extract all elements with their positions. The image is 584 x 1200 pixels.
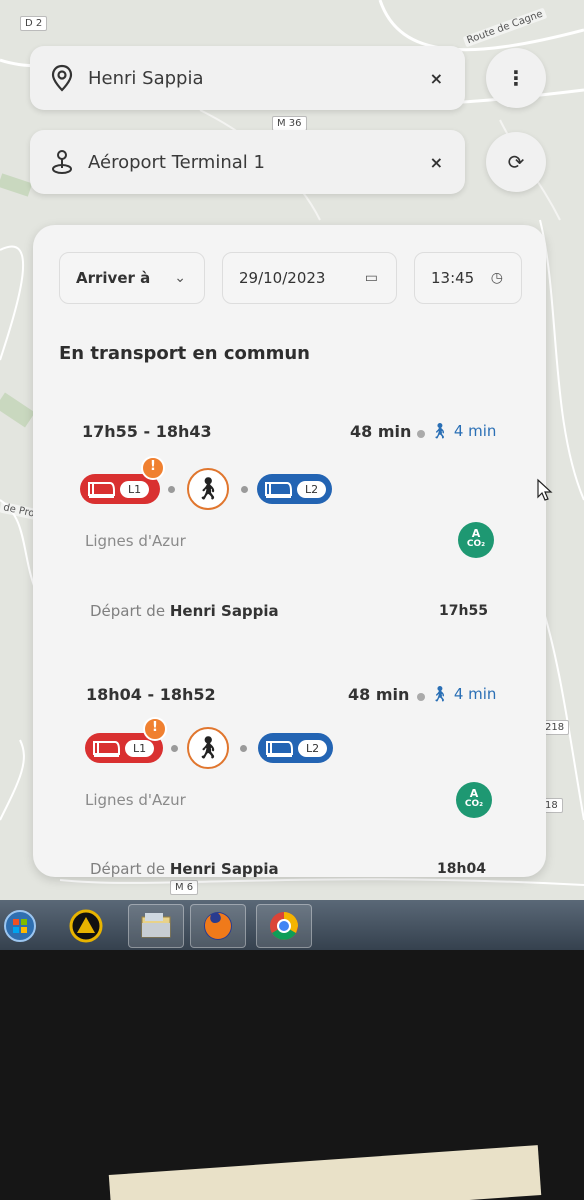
refresh-icon: ⟳ bbox=[507, 150, 525, 174]
destination-field[interactable]: Aéroport Terminal 1 × bbox=[30, 130, 465, 194]
more-vertical-icon: ⋮ bbox=[506, 66, 526, 90]
chevron-down-icon: ⌄ bbox=[174, 270, 186, 286]
departure-stop: Henri Sappia bbox=[169, 860, 279, 877]
tram-icon bbox=[93, 741, 120, 757]
departure-time: 17h55 bbox=[439, 603, 488, 619]
more-options-button[interactable]: ⋮ bbox=[486, 48, 546, 108]
walk-duration: 🚶︎ 4 min bbox=[430, 422, 496, 440]
operator-name: Lignes d'Azur bbox=[85, 791, 186, 809]
line-badge-l2: L2 bbox=[258, 733, 333, 763]
taskbar-app-button[interactable] bbox=[58, 904, 114, 948]
windows-taskbar bbox=[0, 900, 584, 950]
departure-time: 18h04 bbox=[437, 861, 486, 877]
co2-label: CO₂ bbox=[466, 539, 486, 549]
map-label-m6: M 6 bbox=[170, 880, 199, 895]
trip-card-1[interactable]: 17h55 - 18h43 48 min 🚶︎ 4 min L1 ! 🚶︎ L2… bbox=[33, 422, 546, 652]
taskbar-firefox-button[interactable] bbox=[190, 904, 246, 948]
separator-dot bbox=[171, 745, 178, 752]
departure-stop: Henri Sappia bbox=[169, 602, 279, 620]
calendar-icon: ▭ bbox=[364, 270, 378, 286]
date-value: 29/10/2023 bbox=[239, 269, 326, 287]
co2-badge: A CO₂ bbox=[458, 522, 494, 558]
time-value: 13:45 bbox=[431, 269, 475, 287]
start-orb-icon bbox=[4, 910, 36, 942]
separator-dot bbox=[168, 486, 175, 493]
co2-badge: A CO₂ bbox=[456, 782, 492, 818]
operator-name: Lignes d'Azur bbox=[85, 532, 186, 550]
tram-icon bbox=[265, 482, 292, 498]
start-button[interactable] bbox=[0, 904, 40, 948]
time-input[interactable]: 13:45 ◷ bbox=[414, 252, 522, 304]
origin-value: Henri Sappia bbox=[88, 67, 204, 89]
trip-times: 17h55 - 18h43 bbox=[82, 422, 212, 441]
walk-duration-value: 4 min bbox=[453, 422, 497, 440]
departure-prefix: Départ de bbox=[90, 860, 166, 877]
line-label: L2 bbox=[298, 739, 328, 757]
origin-field[interactable]: Henri Sappia × bbox=[30, 46, 465, 110]
separator-dot bbox=[417, 430, 425, 438]
date-input[interactable]: 29/10/2023 ▭ bbox=[222, 252, 397, 304]
walking-icon: 🚶︎ bbox=[187, 727, 229, 769]
co2-grade: A bbox=[471, 527, 481, 540]
co2-grade: A bbox=[469, 787, 479, 800]
walking-icon: 🚶︎ bbox=[430, 685, 450, 703]
warning-icon: ! bbox=[143, 717, 167, 741]
arrival-mode-label: Arriver à bbox=[76, 269, 151, 287]
trip-duration: 48 min bbox=[348, 685, 410, 704]
clear-destination-button[interactable]: × bbox=[430, 153, 443, 172]
chrome-icon bbox=[270, 912, 298, 940]
tram-icon bbox=[266, 741, 293, 757]
clock-icon: ◷ bbox=[490, 270, 503, 286]
departure-prefix: Départ de bbox=[90, 602, 166, 620]
line-badge-l2: L2 bbox=[257, 474, 332, 504]
map-label-m36: M 36 bbox=[272, 116, 307, 131]
section-title: En transport en commun bbox=[59, 343, 310, 364]
clear-origin-button[interactable]: × bbox=[430, 69, 443, 88]
destination-marker-icon bbox=[52, 150, 72, 174]
firefox-icon bbox=[204, 912, 232, 940]
swap-route-button[interactable]: ⟳ bbox=[486, 132, 546, 192]
line-label: L2 bbox=[297, 480, 327, 498]
co2-label: CO₂ bbox=[464, 799, 484, 809]
file-explorer-icon bbox=[141, 913, 171, 938]
taskbar-chrome-button[interactable] bbox=[256, 904, 312, 948]
location-pin-icon bbox=[51, 64, 73, 92]
departure-info: Départ de Henri Sappia bbox=[90, 602, 279, 620]
tram-icon bbox=[88, 482, 115, 498]
warning-icon: ! bbox=[141, 456, 165, 480]
walk-duration: 🚶︎ 4 min bbox=[430, 685, 496, 703]
line-label: L1 bbox=[125, 739, 155, 757]
separator-dot bbox=[241, 486, 248, 493]
trip-times: 18h04 - 18h52 bbox=[86, 685, 216, 704]
taskbar-explorer-button[interactable] bbox=[128, 904, 184, 948]
results-panel: Arriver à ⌄ 29/10/2023 ▭ 13:45 ◷ En tran… bbox=[33, 225, 546, 877]
trip-duration: 48 min bbox=[350, 422, 412, 441]
separator-dot bbox=[417, 693, 425, 701]
departure-info: Départ de Henri Sappia bbox=[90, 860, 279, 877]
walking-icon: 🚶︎ bbox=[430, 422, 450, 440]
line-label: L1 bbox=[120, 480, 150, 498]
app-icon bbox=[69, 909, 103, 943]
walking-icon: 🚶︎ bbox=[187, 468, 229, 510]
mouse-cursor-icon bbox=[537, 478, 553, 501]
destination-value: Aéroport Terminal 1 bbox=[88, 151, 265, 173]
walk-duration-value: 4 min bbox=[453, 685, 497, 703]
separator-dot bbox=[240, 745, 247, 752]
map-label-d2: D 2 bbox=[20, 16, 48, 31]
trip-card-2[interactable]: 18h04 - 18h52 48 min 🚶︎ 4 min L1 ! 🚶︎ L2… bbox=[33, 685, 546, 877]
arrival-mode-select[interactable]: Arriver à ⌄ bbox=[59, 252, 205, 304]
